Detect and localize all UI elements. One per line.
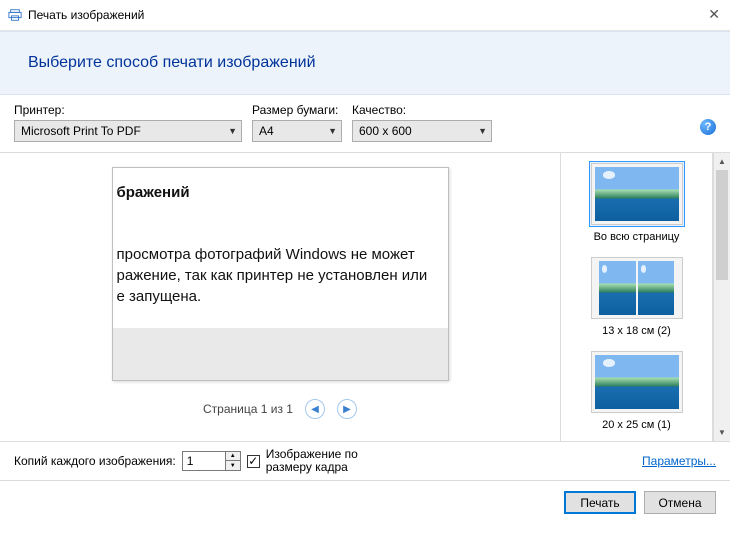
page-indicator: Страница 1 из 1 [203, 402, 293, 416]
options-row: Копий каждого изображения: ▲ ▼ ✓ Изображ… [0, 442, 730, 480]
layout-label: 20 x 25 см (1) [602, 419, 671, 431]
quality-label: Качество: [352, 103, 492, 117]
paper-value: A4 [259, 124, 274, 138]
preview-text: просмотра фотографий Windows не может [117, 246, 415, 263]
layout-list: Во всю страницу 13 x 18 см (2) 20 x 25 с… [560, 153, 713, 441]
scroll-up-button[interactable]: ▲ [714, 153, 730, 170]
preview-text: е запущена. [117, 288, 202, 305]
quality-select[interactable]: 600 x 600 ▼ [352, 120, 492, 142]
next-page-button[interactable]: ▶ [337, 399, 357, 419]
spinner-down[interactable]: ▼ [226, 461, 240, 470]
scroll-thumb[interactable] [716, 170, 728, 280]
controls-row: Принтер: Microsoft Print To PDF ▼ Размер… [0, 95, 730, 152]
settings-link[interactable]: Параметры... [642, 454, 716, 468]
chevron-down-icon: ▼ [228, 126, 237, 136]
paper-select[interactable]: A4 ▼ [252, 120, 342, 142]
spinner-up[interactable]: ▲ [226, 452, 240, 461]
paper-label: Размер бумаги: [252, 103, 342, 117]
banner-heading: Выберите способ печати изображений [28, 54, 702, 72]
cancel-button[interactable]: Отмена [644, 491, 716, 514]
printer-select[interactable]: Microsoft Print To PDF ▼ [14, 120, 242, 142]
printer-label: Принтер: [14, 103, 242, 117]
print-button[interactable]: Печать [564, 491, 636, 514]
pager: Страница 1 из 1 ◀ ▶ [203, 399, 357, 419]
banner: Выберите способ печати изображений [0, 31, 730, 95]
fit-checkbox[interactable]: ✓ [247, 455, 260, 468]
scrollbar[interactable]: ▲ ▼ [713, 153, 730, 441]
copies-spinner[interactable]: ▲ ▼ [182, 451, 241, 471]
layout-option-full[interactable]: Во всю страницу [589, 161, 685, 243]
titlebar: Печать изображений ✕ [0, 0, 730, 30]
printer-icon [8, 8, 22, 22]
main-row: бражений просмотра фотографий Windows не… [0, 153, 730, 441]
preview-text: бражений [117, 184, 190, 201]
preview-text: ражение, так как принтер не установлен и… [117, 267, 428, 284]
prev-page-button[interactable]: ◀ [305, 399, 325, 419]
help-icon[interactable]: ? [700, 119, 716, 135]
copies-input[interactable] [182, 451, 226, 471]
layout-option-13x18[interactable]: 13 x 18 см (2) [589, 255, 685, 337]
button-row: Печать Отмена [0, 480, 730, 524]
close-button[interactable]: ✕ [708, 6, 720, 23]
copies-label: Копий каждого изображения: [14, 454, 176, 468]
page-preview: бражений просмотра фотографий Windows не… [112, 167, 449, 381]
quality-value: 600 x 600 [359, 124, 412, 138]
scroll-track[interactable] [714, 170, 730, 424]
scroll-down-button[interactable]: ▼ [714, 424, 730, 441]
chevron-down-icon: ▼ [478, 126, 487, 136]
window-title: Печать изображений [28, 8, 144, 22]
preview-pane: бражений просмотра фотографий Windows не… [0, 153, 560, 441]
layout-label: Во всю страницу [594, 231, 680, 243]
chevron-down-icon: ▼ [328, 126, 337, 136]
layout-label: 13 x 18 см (2) [602, 325, 671, 337]
printer-value: Microsoft Print To PDF [21, 124, 141, 138]
fit-label: Изображение по размеру кадра [266, 448, 386, 474]
preview-footer [113, 328, 448, 380]
layout-option-20x25[interactable]: 20 x 25 см (1) [589, 349, 685, 431]
check-icon: ✓ [248, 454, 258, 468]
